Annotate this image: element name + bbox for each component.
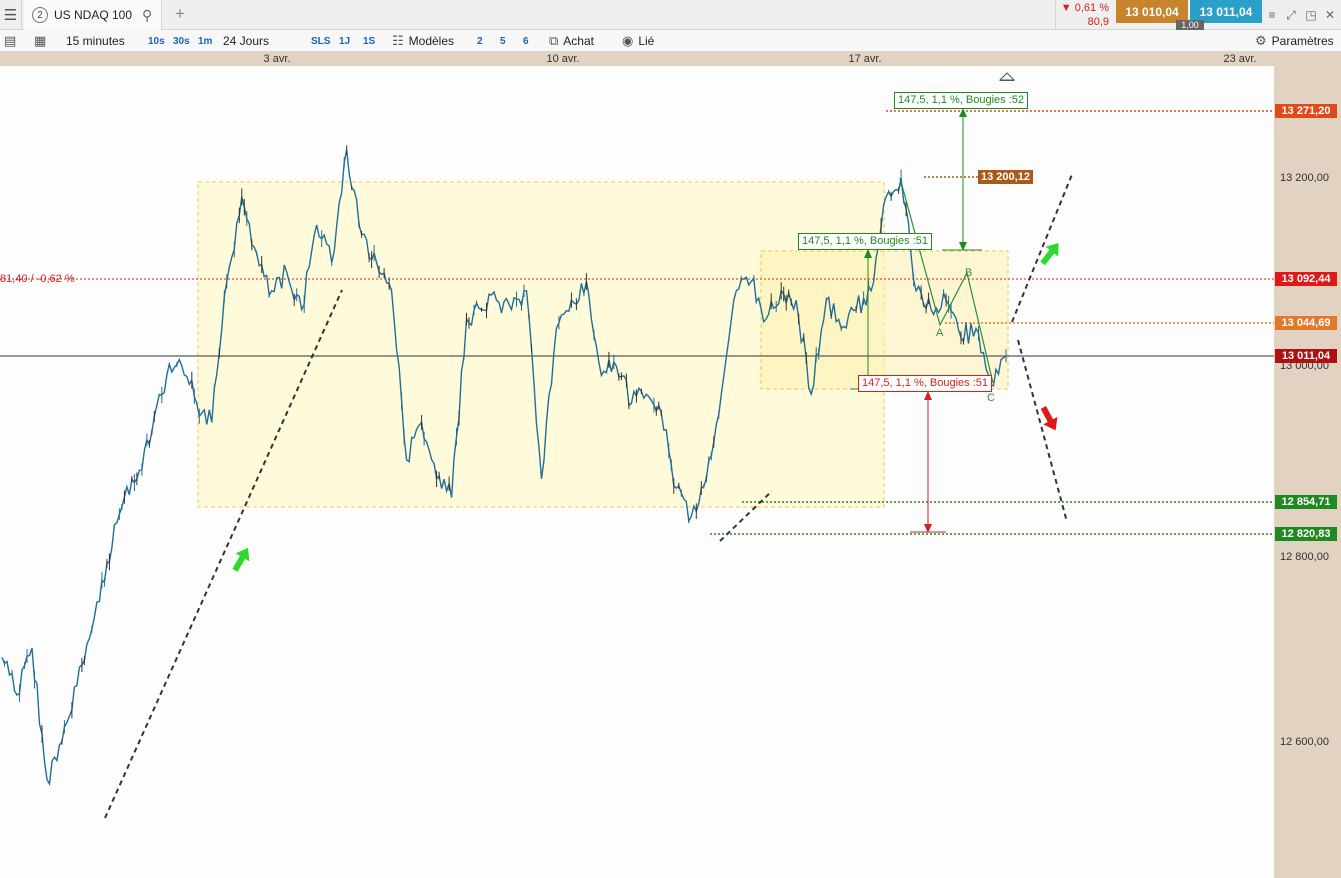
add-tab-icon[interactable]: + [170, 4, 190, 24]
interval-30s-button[interactable]: 30s [173, 30, 190, 52]
link-button[interactable]: ◉ Lié [622, 30, 654, 52]
eye-icon: ◉ [622, 33, 634, 48]
wave-label-a: A [936, 327, 944, 339]
arrow-head [924, 391, 932, 400]
list-icon[interactable]: ≡ [1264, 7, 1280, 23]
wave-label-c: C [987, 392, 995, 404]
level-13044-price-tag[interactable]: 13 044,69 [1275, 316, 1337, 330]
support-12820-price-tag[interactable]: 12 820,83 [1275, 527, 1337, 541]
range-sls-button[interactable]: SLS [311, 30, 330, 52]
preset-5-button[interactable]: 5 [500, 30, 506, 52]
preset-2-button[interactable]: 2 [477, 30, 483, 52]
tab-bar: ☰ 2 US NDAQ 100 ⚲ + ▼ 0,61 % 80,9 13 010… [0, 0, 1341, 30]
bullish-arrow-icon[interactable] [228, 544, 255, 575]
spread-badge: 1,00 [1176, 20, 1204, 30]
settings-button[interactable]: ⚙ Paramètres [1255, 30, 1334, 52]
interval-1m-button[interactable]: 1m [198, 30, 212, 52]
search-icon[interactable]: ⚲ [142, 7, 152, 24]
date-axis-label: 23 avr. [1223, 53, 1257, 65]
models-label: Modèles [408, 34, 455, 48]
date-axis-label: 17 avr. [848, 53, 882, 65]
change-percent: ▼ 0,61 % [1060, 2, 1109, 14]
detach-icon[interactable]: ⤢ [1283, 7, 1299, 23]
link-label: Lié [638, 34, 655, 48]
target-top-price-tag[interactable]: 13 271,20 [1275, 104, 1337, 118]
interval-selector[interactable]: 15 minutes [66, 30, 125, 52]
range-1s-button[interactable]: 1S [363, 30, 375, 52]
current-price-tag: 13 011,04 [1275, 349, 1337, 363]
interval-10s-button[interactable]: 10s [148, 30, 165, 52]
date-axis-label: 3 avr. [263, 53, 291, 65]
buy-label: Achat [563, 34, 594, 48]
measure-label-mid[interactable]: 147,5, 1,1 %, Bougies :51 [798, 233, 932, 250]
price-axis-label: 12 800,00 [1280, 551, 1329, 563]
instrument-name: US NDAQ 100 [54, 8, 133, 22]
sliders-icon: ☷ [392, 33, 404, 48]
price-axis-label: 12 600,00 [1280, 736, 1329, 748]
menu-icon[interactable]: ☰ [0, 0, 22, 30]
measure-label-top[interactable]: 147,5, 1,1 %, Bougies :52 [894, 92, 1028, 109]
bearish-scenario-line[interactable] [1017, 339, 1068, 523]
chart-toolbar: ▤ ▦ 15 minutes 10s 30s 1m 24 Jours SLS 1… [0, 30, 1341, 52]
wave-label-b: B [965, 267, 973, 279]
change-points: 80,9 [1087, 16, 1109, 28]
close-icon[interactable]: ✕ [1322, 7, 1338, 23]
buy-button[interactable]: ⧉ Achat [549, 30, 594, 52]
price-axis-label: 13 200,00 [1280, 172, 1329, 184]
trading-platform-window: ☰ 2 US NDAQ 100 ⚲ + ▼ 0,61 % 80,9 13 010… [0, 0, 1341, 878]
home-icon[interactable] [998, 72, 1016, 81]
date-axis-label: 10 avr. [546, 53, 580, 65]
previous-close-price-tag[interactable]: 13 092,44 [1275, 272, 1337, 286]
support-12854-price-tag[interactable]: 12 854,71 [1275, 495, 1337, 509]
home-icon-base [1000, 80, 1014, 81]
range-selector[interactable]: 24 Jours [223, 30, 269, 52]
settings-label: Paramètres [1271, 34, 1334, 48]
daily-change: ▼ 0,61 % 80,9 [1055, 0, 1115, 30]
gear-icon: ⚙ [1255, 33, 1267, 48]
range-1j-button[interactable]: 1J [339, 30, 350, 52]
level-13200-price-tag[interactable]: 13 200,12 [978, 170, 1033, 184]
chart-tool-icon: ⧉ [549, 33, 559, 48]
measure-label-bottom[interactable]: 147,5, 1,1 %, Bougies :51 [858, 375, 992, 392]
price-chart[interactable] [0, 66, 1274, 878]
tab-number: 2 [32, 7, 48, 23]
date-axis: 3 avr. 10 avr. 17 avr. 23 avr. [0, 52, 1341, 66]
bullish-scenario-line[interactable] [1011, 171, 1074, 323]
preset-6-button[interactable]: 6 [523, 30, 529, 52]
maximize-icon[interactable]: ◳ [1303, 7, 1319, 23]
previous-close-note: 81,40 / -0,62 % [0, 273, 75, 285]
instrument-tab[interactable]: 2 US NDAQ 100 ⚲ [24, 0, 162, 30]
layout-grid-icon[interactable]: ▦ [34, 30, 51, 52]
sidebar-toggle-icon[interactable]: ▤ [4, 30, 21, 52]
arrow-head [959, 108, 967, 117]
price-axis [1274, 66, 1341, 878]
models-button[interactable]: ☷ Modèles [392, 30, 454, 52]
